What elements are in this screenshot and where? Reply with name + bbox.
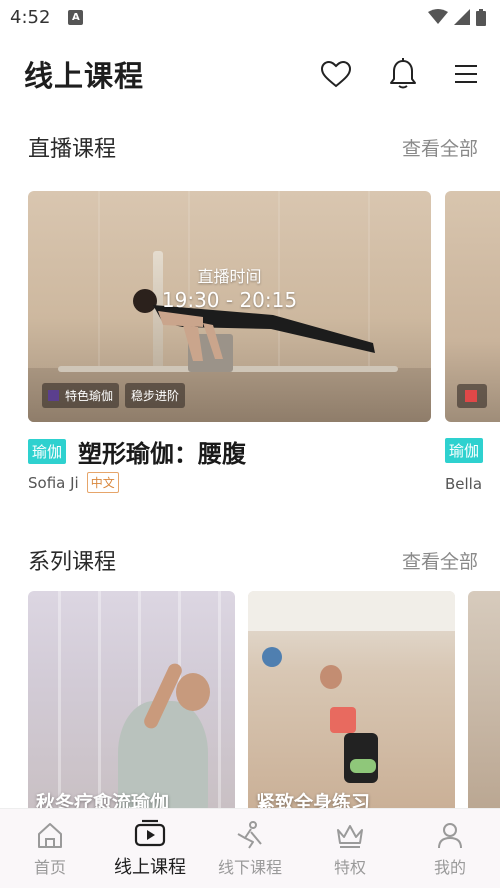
video-play-icon — [134, 819, 166, 846]
teacher-name-peek: Bella — [445, 475, 483, 493]
signal-icon — [454, 9, 470, 25]
nav-label: 线上课程 — [114, 856, 186, 878]
app-header: 线上课程 — [0, 44, 500, 104]
live-time-range: 19:30 - 20:15 — [161, 288, 298, 312]
tag-color-swatch — [48, 390, 59, 401]
live-view-all-link[interactable]: 查看全部 — [402, 134, 478, 161]
nav-label: 首页 — [33, 857, 66, 877]
series-card-next[interactable] — [468, 591, 500, 821]
nav-home[interactable]: 首页 — [0, 809, 100, 888]
status-icons — [428, 8, 486, 26]
tag-label: 稳步进阶 — [131, 389, 180, 403]
nav-profile[interactable]: 我的 — [400, 809, 500, 888]
live-time-label: 直播时间 — [197, 267, 262, 286]
menu-icon — [455, 65, 477, 83]
resistance-band — [350, 759, 376, 773]
nav-label: 线下课程 — [217, 857, 282, 877]
page-title: 线上课程 — [24, 59, 145, 93]
tag-color-swatch — [465, 390, 477, 402]
exercise-ball — [262, 647, 282, 667]
series-card[interactable]: 紧致全身练习 — [248, 591, 455, 821]
nav-privileges[interactable]: 特权 — [300, 809, 400, 888]
crown-icon — [337, 824, 363, 848]
notifications-button[interactable] — [388, 58, 418, 90]
nav-label: 我的 — [433, 857, 466, 877]
instructor-head — [176, 673, 210, 711]
battery-icon — [476, 8, 486, 26]
ceiling — [248, 591, 455, 631]
teacher-row: Sofia Ji 中文 — [28, 472, 119, 493]
notification-badge: A — [68, 9, 84, 25]
live-section-header: 直播课程 查看全部 — [28, 131, 478, 163]
live-course-card[interactable]: 直播时间 19:30 - 20:15 特色瑜伽 稳步进阶 — [28, 191, 431, 422]
status-bar: 4:52 A — [0, 0, 500, 34]
course-title-row: 瑜伽 塑形瑜伽：腰腹 — [28, 434, 246, 469]
live-section-title: 直播课程 — [28, 137, 117, 162]
feature-tag: 特色瑜伽 — [42, 383, 120, 408]
instructor-head — [320, 665, 342, 689]
category-badge-peek: 瑜伽 — [445, 438, 484, 463]
instructor-top — [330, 707, 356, 733]
bell-icon — [390, 58, 416, 89]
bottom-navigation: 首页 线上课程 线下课程 特权 我的 — [0, 808, 500, 888]
series-section-title: 系列课程 — [28, 550, 117, 575]
user-icon — [438, 822, 462, 848]
menu-button[interactable] — [454, 63, 478, 85]
level-tag: 稳步进阶 — [125, 383, 186, 408]
series-card[interactable]: 秋冬疗愈流瑜伽 — [28, 591, 235, 821]
nav-label: 特权 — [333, 857, 366, 877]
teacher-name: Sofia Ji — [28, 473, 79, 492]
series-section-header: 系列课程 查看全部 — [28, 544, 478, 576]
status-time: 4:52 — [10, 6, 51, 28]
curtain-fold — [58, 591, 61, 821]
favorite-button[interactable] — [320, 60, 352, 88]
curtain-fold — [98, 591, 101, 821]
yoga-pose-icon — [237, 820, 262, 849]
live-course-card-next[interactable] — [445, 191, 500, 422]
language-badge: 中文 — [86, 472, 119, 493]
feature-tag-peek — [457, 384, 487, 408]
home-icon — [38, 822, 62, 848]
nav-online-courses[interactable]: 线上课程 — [100, 809, 200, 888]
tag-label: 特色瑜伽 — [65, 389, 114, 403]
course-tags: 特色瑜伽 稳步进阶 — [42, 383, 186, 408]
header-actions — [320, 58, 478, 90]
curtain-fold — [218, 591, 221, 821]
course-title[interactable]: 塑形瑜伽：腰腹 — [78, 434, 246, 469]
instructor-shorts — [344, 733, 378, 783]
series-view-all-link[interactable]: 查看全部 — [402, 547, 478, 574]
nav-offline-courses[interactable]: 线下课程 — [200, 809, 300, 888]
heart-icon — [320, 60, 352, 88]
category-badge: 瑜伽 — [28, 439, 67, 464]
wifi-icon — [428, 9, 448, 24]
